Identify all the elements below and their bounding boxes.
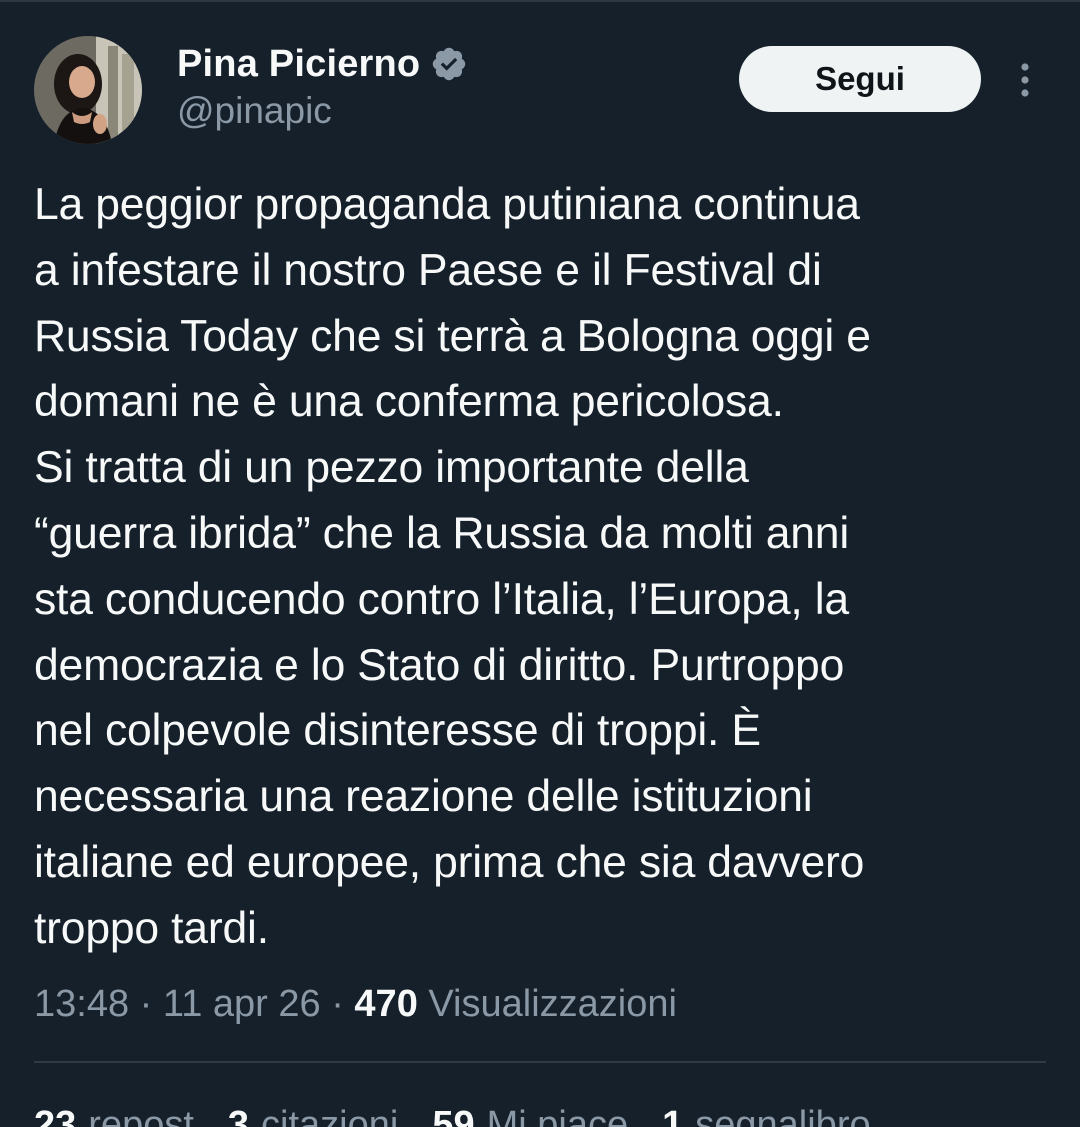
tweet-date[interactable]: 11 apr 26 xyxy=(163,983,321,1025)
stat-quotes[interactable]: 3 citazioni xyxy=(228,1100,398,1127)
stat-count: 59 xyxy=(432,1104,475,1127)
stat-count: 3 xyxy=(227,1104,250,1127)
top-border xyxy=(0,0,1080,2)
engagement-stats: 23 repost 3 citazioni 59 Mi piace 1 segnalib… xyxy=(34,1100,905,1127)
stat-count: 1 xyxy=(662,1104,684,1127)
meta-separator: · xyxy=(129,983,163,1025)
stat-count: 23 xyxy=(34,1104,77,1127)
views-count: 470 xyxy=(354,983,418,1025)
more-vertical-icon[interactable] xyxy=(1010,60,1040,100)
stat-reposts[interactable]: 23 repost xyxy=(34,1100,194,1127)
author-display-name[interactable]: Pina Picierno xyxy=(177,43,420,86)
stat-label: citazioni xyxy=(261,1104,399,1127)
avatar-image xyxy=(34,36,142,144)
divider xyxy=(34,1061,1046,1063)
tweet-text: La peggior propaganda putiniana continua… xyxy=(34,180,871,953)
stat-label: segnalibro xyxy=(695,1104,871,1127)
follow-button[interactable]: Segui xyxy=(739,46,981,112)
avatar[interactable] xyxy=(34,36,142,144)
author-handle[interactable]: @pinapic xyxy=(177,90,332,132)
stat-label: Mi piace xyxy=(486,1104,629,1127)
stat-bookmarks[interactable]: 1 segnalibro xyxy=(662,1100,870,1127)
tweet-meta: 13:48 · 11 apr 26 · 470 Visualizzazioni xyxy=(34,977,677,1031)
tweet-time[interactable]: 13:48 xyxy=(34,983,129,1025)
author-name-row: Pina Picierno xyxy=(177,40,468,88)
stat-label: repost xyxy=(88,1104,194,1127)
verified-badge-icon xyxy=(430,45,468,83)
stat-likes[interactable]: 59 Mi piace xyxy=(432,1100,628,1127)
meta-separator: · xyxy=(320,983,355,1025)
views-label: Visualizzazioni xyxy=(428,983,677,1025)
